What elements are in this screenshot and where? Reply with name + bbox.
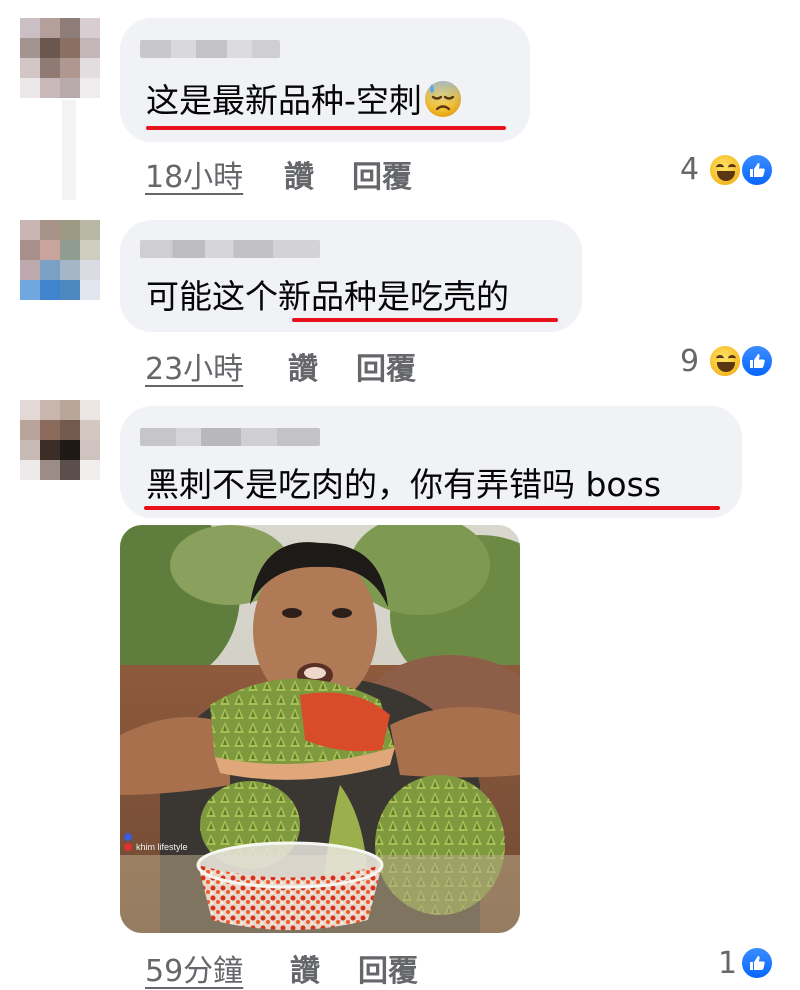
avatar[interactable] — [20, 400, 100, 480]
like-thumb-icon[interactable] — [740, 946, 774, 980]
like-button[interactable]: 讚 — [288, 344, 318, 388]
attached-photo[interactable]: khim lifestyle — [120, 525, 520, 933]
avatar[interactable] — [20, 18, 100, 98]
comment-timestamp[interactable]: 59分鐘 — [145, 946, 243, 990]
reaction-count[interactable]: 4 — [680, 152, 699, 187]
reply-button[interactable]: 回覆 — [358, 946, 418, 990]
reaction-count[interactable]: 9 — [680, 344, 699, 379]
comment-text: 这是最新品种-空刺 — [146, 80, 462, 122]
like-thumb-icon[interactable] — [740, 153, 774, 187]
comment-bubble[interactable]: 这是最新品种-空刺 — [120, 18, 530, 142]
laughing-emoji-icon[interactable] — [708, 153, 742, 187]
comment-bubble[interactable]: 可能这个新品种是吃壳的 — [120, 220, 582, 332]
avatar[interactable] — [20, 220, 100, 300]
reply-button[interactable]: 回覆 — [352, 152, 412, 196]
comment-timestamp[interactable]: 23小時 — [145, 344, 243, 388]
comment-text: 可能这个新品种是吃壳的 — [146, 277, 509, 316]
thread-line — [62, 100, 76, 200]
like-button[interactable]: 讚 — [290, 946, 320, 990]
reply-button[interactable]: 回覆 — [356, 344, 416, 388]
red-underline — [146, 126, 506, 130]
reaction-count[interactable]: 1 — [718, 946, 737, 981]
downcast-sweat-emoji-icon — [424, 80, 462, 118]
red-underline — [144, 506, 720, 510]
commenter-name-blurred[interactable] — [140, 240, 320, 258]
laughing-emoji-icon[interactable] — [708, 344, 742, 378]
comment-bubble[interactable]: 黑刺不是吃肉的，你有弄错吗 boss — [120, 406, 742, 518]
comment-timestamp[interactable]: 18小時 — [145, 152, 243, 196]
photo-watermark: khim lifestyle — [136, 842, 188, 852]
commenter-name-blurred[interactable] — [140, 428, 320, 446]
like-thumb-icon[interactable] — [740, 344, 774, 378]
like-button[interactable]: 讚 — [284, 152, 314, 196]
red-underline — [292, 318, 558, 322]
commenter-name-blurred[interactable] — [140, 40, 280, 58]
comment-text: 黑刺不是吃肉的，你有弄错吗 boss — [146, 465, 662, 504]
